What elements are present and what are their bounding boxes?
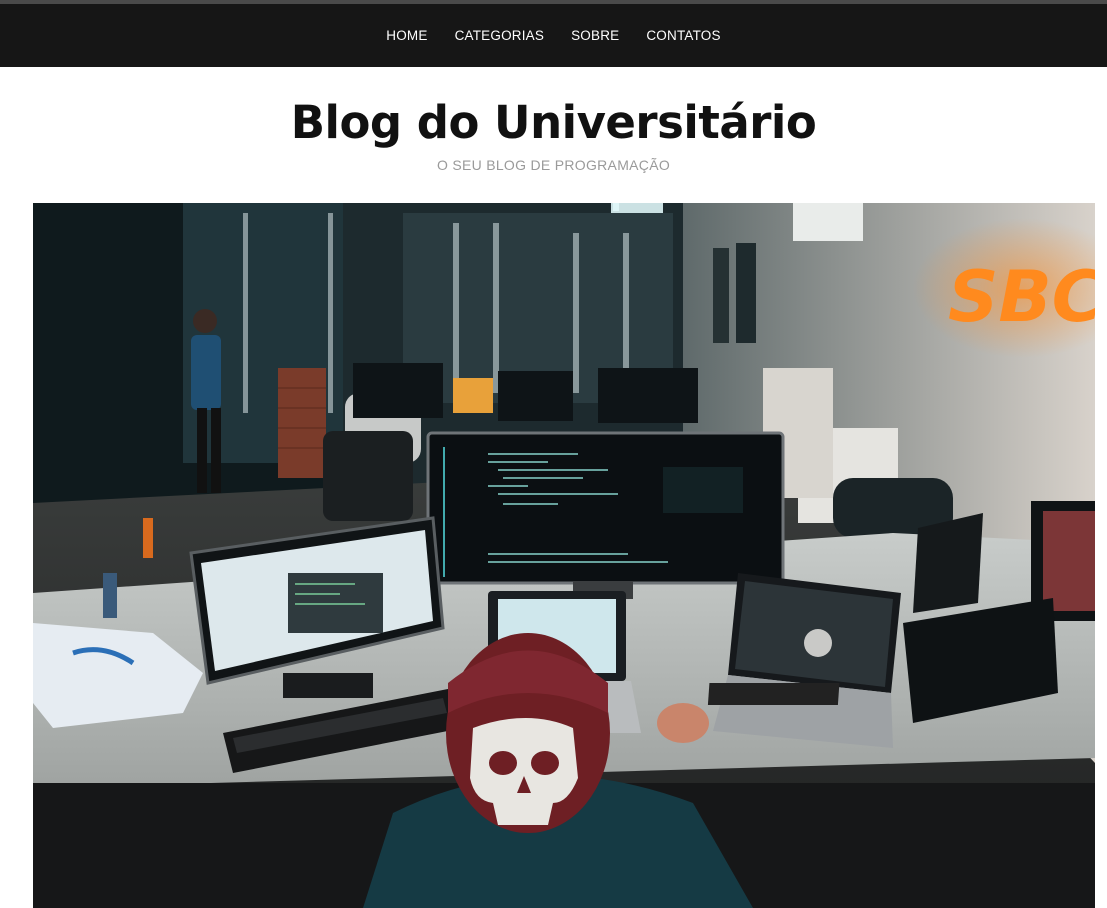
hero-image: SBC bbox=[33, 203, 1095, 908]
nav-sobre[interactable]: SOBRE bbox=[571, 28, 619, 43]
site-title[interactable]: Blog do Universitário bbox=[0, 97, 1107, 149]
main-navbar: HOME CATEGORIAS SOBRE CONTATOS bbox=[0, 4, 1107, 67]
site-header: Blog do Universitário O SEU BLOG DE PROG… bbox=[0, 67, 1107, 174]
nav-contatos[interactable]: CONTATOS bbox=[646, 28, 720, 43]
hero-illustration: SBC bbox=[33, 203, 1095, 908]
nav-categorias[interactable]: CATEGORIAS bbox=[455, 28, 545, 43]
site-subtitle: O SEU BLOG DE PROGRAMAÇÃO bbox=[436, 157, 671, 173]
nav-home[interactable]: HOME bbox=[386, 28, 427, 43]
neon-sign: SBC bbox=[948, 256, 1095, 338]
